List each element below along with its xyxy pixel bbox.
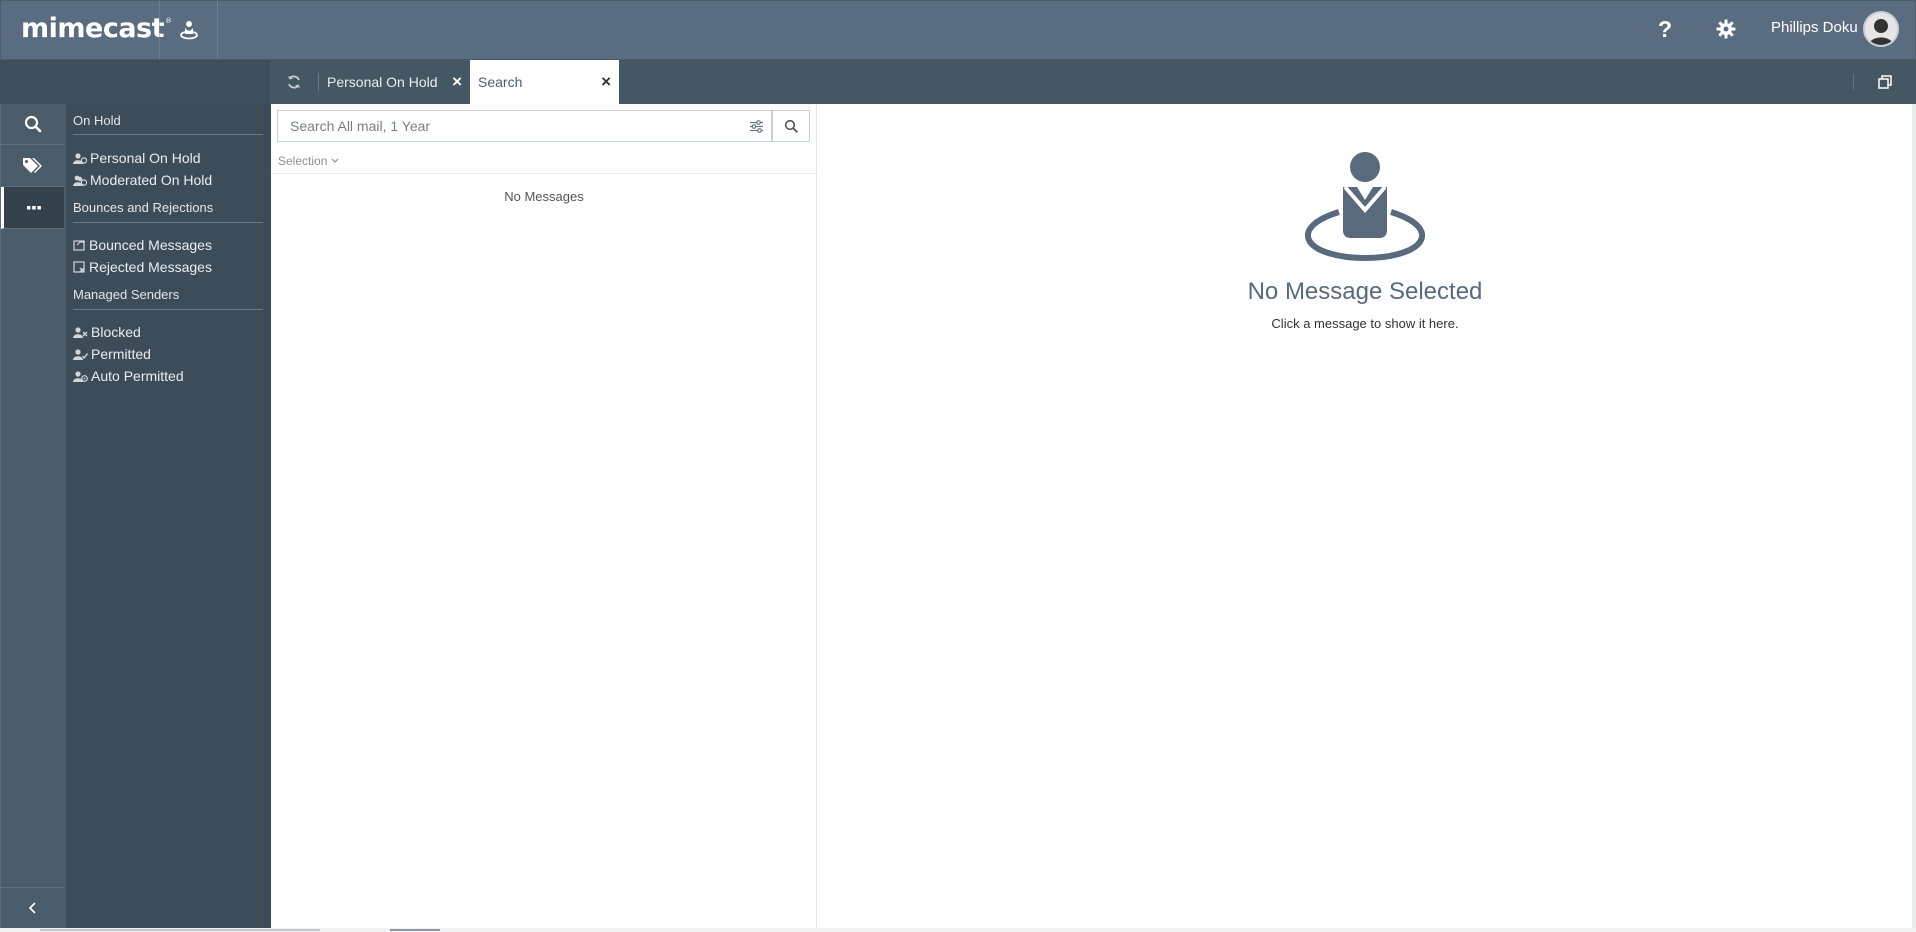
selection-label: Selection [278,154,328,168]
search-input[interactable] [278,111,762,141]
settings-button[interactable] [1705,12,1747,46]
nav-divider [73,222,263,223]
user-auto-permitted-icon [73,370,88,382]
no-message-title: No Message Selected [1247,278,1483,305]
nav-item-label: Personal On Hold [90,150,201,166]
list-divider [271,173,817,174]
close-icon[interactable]: × [601,72,611,92]
window-edge [1912,104,1916,928]
collapse-sidebar-button[interactable] [1,887,65,928]
tab-search[interactable]: Search × [470,60,619,104]
user-hold-icon [73,152,87,164]
user-blocked-icon [73,326,88,338]
nav-item-personal-on-hold[interactable]: Personal On Hold [73,150,201,166]
search-icon [784,119,798,133]
mimecast-logo[interactable]: mimecast® [21,13,172,44]
help-icon: ? [1657,15,1673,42]
scrollbar-thumb[interactable] [390,929,440,931]
horizontal-scrollbar[interactable] [40,929,320,931]
header-divider [217,0,218,59]
nav-heading-on-hold: On Hold [73,113,121,128]
rejected-icon [73,261,85,273]
tab-bar-left-zone [0,60,270,104]
nav-item-label: Bounced Messages [89,237,212,253]
pop-out-button[interactable] [1870,70,1900,94]
nav-item-label: Auto Permitted [91,368,184,384]
nav-item-moderated-on-hold[interactable]: Moderated On Hold [73,172,212,188]
message-list [271,104,817,928]
user-permitted-icon [73,348,88,360]
tab-label: Search [478,74,523,90]
nav-item-blocked[interactable]: Blocked [73,324,141,340]
help-button[interactable]: ? [1642,12,1688,46]
user-avatar-icon [1865,13,1897,45]
nav-item-rejected-messages[interactable]: Rejected Messages [73,259,212,275]
nav-item-label: Rejected Messages [89,259,212,275]
rail-more-button[interactable] [1,187,64,229]
nav-panel [66,104,271,928]
no-message-hint: Click a message to show it here. [1271,316,1459,331]
empty-list-text: No Messages [504,189,584,204]
sliders-icon [749,119,763,133]
nav-item-bounced-messages[interactable]: Bounced Messages [73,237,212,253]
users-hold-icon [73,175,87,186]
gear-icon [1716,19,1736,39]
avatar[interactable] [1863,11,1899,47]
search-box [277,110,772,142]
chevron-down-icon [331,158,339,163]
person-target-icon [179,20,198,39]
rail-tags-button[interactable] [1,146,65,187]
refresh-button[interactable] [271,60,316,104]
bounced-icon [73,240,85,251]
search-filter-button[interactable] [742,115,770,137]
tab-personal-on-hold[interactable]: Personal On Hold × [317,60,470,104]
user-name[interactable]: Phillips Doku [1771,19,1858,36]
nav-divider [73,309,263,310]
nav-divider [73,134,263,135]
selection-dropdown[interactable]: Selection [278,154,339,168]
rail-search-button[interactable] [1,104,65,145]
refresh-icon [287,75,300,89]
nav-item-label: Blocked [91,324,141,340]
tab-label: Personal On Hold [327,74,438,90]
nav-item-auto-permitted[interactable]: Auto Permitted [73,368,184,384]
tab-bar-divider [1853,74,1854,90]
top-bar [0,0,1916,60]
no-message-illustration [1305,152,1425,262]
personal-portal-button[interactable] [160,0,217,59]
search-icon [24,115,42,133]
nav-heading-bounces: Bounces and Rejections [73,200,214,215]
search-submit-button[interactable] [772,110,810,142]
nav-item-label: Moderated On Hold [90,172,213,188]
tags-icon [23,158,42,173]
window-restore-icon [1878,75,1892,89]
nav-item-permitted[interactable]: Permitted [73,346,151,362]
nav-heading-managed-senders: Managed Senders [73,287,180,302]
nav-item-label: Permitted [91,346,151,362]
close-icon[interactable]: × [452,72,462,92]
chevron-left-icon [28,902,36,914]
ellipsis-icon [27,205,41,209]
